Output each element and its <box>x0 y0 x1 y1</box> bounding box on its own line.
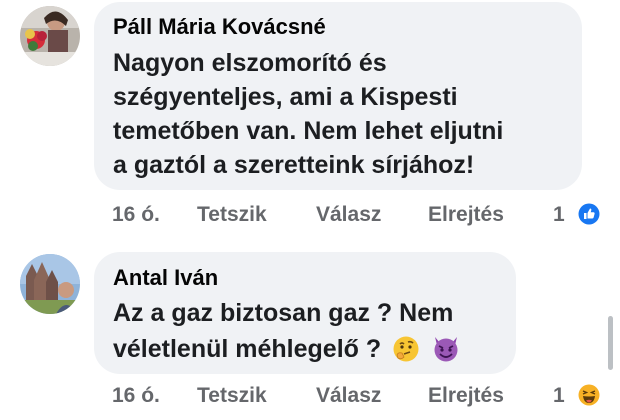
comment-text-line: Nagyon elszomorító és <box>113 49 387 77</box>
comment-timestamp[interactable]: 16 ó. <box>112 384 160 408</box>
comment-text-line: szégyenteljes, ami a Kispesti <box>113 83 458 111</box>
smiling-devil-icon <box>434 337 458 362</box>
reply-button[interactable]: Válasz <box>316 384 381 408</box>
hide-button[interactable]: Elrejtés <box>428 203 504 227</box>
comment-author[interactable]: Páll Mária Kovácsné <box>113 14 326 40</box>
like-icon[interactable] <box>578 203 600 225</box>
comment-text-line: temetőben van. Nem lehet eljutni <box>113 117 504 145</box>
comment-author[interactable]: Antal Iván <box>113 265 218 291</box>
reaction-count[interactable]: 1 <box>553 384 565 408</box>
reply-button[interactable]: Válasz <box>316 203 381 227</box>
thinking-face-icon <box>393 336 419 362</box>
reaction-count[interactable]: 1 <box>553 203 565 227</box>
avatar[interactable] <box>20 6 80 66</box>
comment-text-line-with-emojis: véletlenül méhlegelő ? <box>113 332 461 366</box>
comment-text-line: véletlenül méhlegelő ? <box>113 335 382 363</box>
profile-photo <box>20 254 80 314</box>
comment-bubble: Antal Iván Az a gaz biztosan gaz ? Nem v… <box>94 252 516 374</box>
like-button[interactable]: Tetszik <box>197 384 267 408</box>
haha-icon[interactable] <box>578 384 600 406</box>
comment-text-line: a gaztól a szeretteink sírjához! <box>113 151 475 179</box>
avatar[interactable] <box>20 254 80 314</box>
scrollbar[interactable] <box>608 316 613 370</box>
hide-button[interactable]: Elrejtés <box>428 384 504 408</box>
comment-text-line: Az a gaz biztosan gaz ? Nem <box>113 299 454 327</box>
profile-photo <box>20 6 80 66</box>
like-button[interactable]: Tetszik <box>197 203 267 227</box>
comment-timestamp[interactable]: 16 ó. <box>112 203 160 227</box>
comment-bubble: Páll Mária Kovácsné Nagyon elszomorító é… <box>94 2 582 190</box>
